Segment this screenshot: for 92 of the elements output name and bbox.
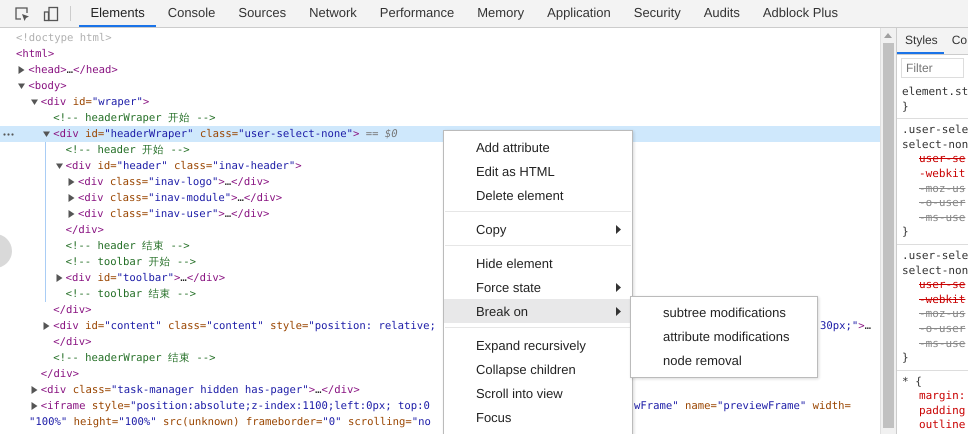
menu-item[interactable]: Break on bbox=[444, 299, 632, 323]
code-line: <body> bbox=[28, 79, 67, 94]
code-line: <iframe style="position:absolute;z-index:1100;left:0px; top:0 bbox=[40, 399, 430, 414]
menu-item[interactable]: Expand recursively bbox=[444, 333, 632, 357]
css-property: user-se bbox=[918, 152, 966, 167]
expanded-triangle-icon[interactable] bbox=[56, 162, 63, 170]
code-line: <div class="inav-module">…</div> bbox=[78, 191, 282, 206]
panel-tab[interactable]: Adblock Plus bbox=[751, 0, 850, 27]
filter-field[interactable]: Filter bbox=[901, 58, 964, 78]
menu-item[interactable]: Collapse children bbox=[444, 357, 632, 381]
collapsed-triangle-icon[interactable] bbox=[18, 66, 26, 74]
css-selector: * { bbox=[902, 374, 923, 390]
css-brace: } bbox=[902, 100, 910, 114]
css-property: padding bbox=[918, 404, 966, 418]
panel-tab[interactable]: Security bbox=[622, 0, 692, 27]
menu-item[interactable]: attribute modifications bbox=[631, 325, 817, 349]
css-property: -webkit bbox=[918, 292, 966, 308]
code-line: <div id="toolbar">…</div> bbox=[66, 271, 226, 286]
menu-item[interactable]: subtree modifications bbox=[631, 301, 817, 325]
menu-item[interactable]: Focus bbox=[444, 405, 632, 429]
code-line: <div id="headerWraper" class="user-select-none"> == $0 bbox=[53, 127, 398, 142]
collapsed-triangle-icon[interactable] bbox=[68, 178, 75, 186]
css-property: outline bbox=[918, 418, 966, 434]
css-selector: select-non bbox=[902, 264, 968, 278]
code-line: <div id="content" class="content" style="position: relative; bbox=[53, 319, 436, 334]
code-line: <!doctype html> bbox=[16, 31, 112, 46]
menu-item[interactable]: Delete element bbox=[444, 183, 632, 207]
panel-tab[interactable]: Sources bbox=[226, 0, 298, 27]
code-line: wFrame" name="previewFrame" width= bbox=[634, 399, 851, 414]
panel-tab[interactable]: Network bbox=[298, 0, 368, 27]
menu-item[interactable]: node removal bbox=[631, 349, 817, 373]
code-line: <html> bbox=[16, 47, 54, 62]
collapsed-triangle-icon[interactable] bbox=[43, 322, 50, 330]
more-icon[interactable] bbox=[3, 133, 14, 136]
collapsed-triangle-icon[interactable] bbox=[30, 386, 38, 394]
code-line: </div> bbox=[66, 223, 104, 238]
code-line: <div id="wraper"> bbox=[40, 95, 150, 110]
code-line: <!-- headerWraper 开始 --> bbox=[53, 111, 216, 126]
code-line: "100%" height="100%" src(unknown) frameborder="0" scrolling="no bbox=[29, 415, 431, 430]
device-icon[interactable] bbox=[43, 6, 59, 22]
code-line: <head>…</head> bbox=[28, 63, 118, 78]
css-selector: .user-sele bbox=[902, 123, 968, 138]
css-property: -ms-use bbox=[918, 336, 966, 352]
menu-item[interactable]: Scroll into view bbox=[444, 381, 632, 405]
css-brace: } bbox=[902, 225, 910, 240]
panel-tab[interactable]: Application bbox=[536, 0, 622, 27]
panel-tab[interactable]: Memory bbox=[466, 0, 536, 27]
css-property: -webkit bbox=[918, 166, 966, 182]
css-selector: .user-sele bbox=[902, 248, 968, 264]
css-property: -ms-use bbox=[918, 210, 966, 226]
menu-item[interactable]: Force state bbox=[444, 275, 632, 299]
menu-item[interactable]: Hide element bbox=[444, 251, 632, 275]
expanded-triangle-icon[interactable] bbox=[43, 130, 50, 138]
panel-tab[interactable]: Elements bbox=[79, 0, 156, 27]
code-line: 30px;">… bbox=[820, 319, 872, 334]
expanded-triangle-icon[interactable] bbox=[30, 98, 38, 106]
code-line: <!-- toolbar 结束 --> bbox=[66, 287, 196, 302]
css-property: -moz-us bbox=[918, 307, 966, 322]
code-line: <div class="inav-user">…</div> bbox=[78, 207, 270, 222]
collapsed-triangle-icon[interactable] bbox=[68, 194, 75, 202]
css-selector: element.st bbox=[902, 85, 968, 100]
css-property: margin: bbox=[918, 389, 966, 404]
css-property: -o-user bbox=[918, 322, 966, 336]
code-line: <div class="inav-logo">…</div> bbox=[78, 175, 270, 190]
code-line: </div> bbox=[53, 335, 92, 350]
code-line: <!-- toolbar 开始 --> bbox=[66, 255, 196, 270]
scrollbar[interactable] bbox=[880, 28, 896, 434]
css-property: -moz-us bbox=[918, 182, 966, 196]
css-property: -o-user bbox=[918, 196, 966, 211]
panel-tab[interactable]: Performance bbox=[368, 0, 466, 27]
css-property: user-se bbox=[918, 278, 966, 293]
css-selector: select-non bbox=[902, 138, 968, 152]
inspect-icon[interactable] bbox=[14, 6, 30, 22]
pane-tab[interactable]: Styles bbox=[897, 28, 944, 54]
menu-item[interactable]: Copy bbox=[444, 217, 632, 241]
code-line: <!-- header 开始 --> bbox=[66, 143, 190, 158]
code-line: </div> bbox=[53, 303, 92, 318]
menu-item[interactable]: Edit as HTML bbox=[444, 159, 632, 183]
collapsed-triangle-icon[interactable] bbox=[68, 210, 75, 218]
code-line: <div id="header" class="inav-header"> bbox=[66, 159, 302, 174]
panel-tab[interactable]: Audits bbox=[692, 0, 752, 27]
code-line: <!-- headerWraper 结束 --> bbox=[53, 351, 216, 366]
pane-tab[interactable]: Co bbox=[944, 28, 968, 54]
code-line: </div> bbox=[40, 367, 80, 382]
css-brace: } bbox=[902, 351, 910, 366]
panel-tab[interactable]: Console bbox=[156, 0, 227, 27]
expanded-triangle-icon[interactable] bbox=[18, 82, 26, 90]
code-line: <!-- header 结束 --> bbox=[66, 239, 190, 254]
collapsed-triangle-icon[interactable] bbox=[56, 274, 63, 282]
collapsed-triangle-icon[interactable] bbox=[30, 402, 38, 410]
code-line: <div class="task-manager hidden has-pager">…</div> bbox=[40, 383, 360, 398]
scrollbar-thumb[interactable] bbox=[883, 43, 894, 428]
